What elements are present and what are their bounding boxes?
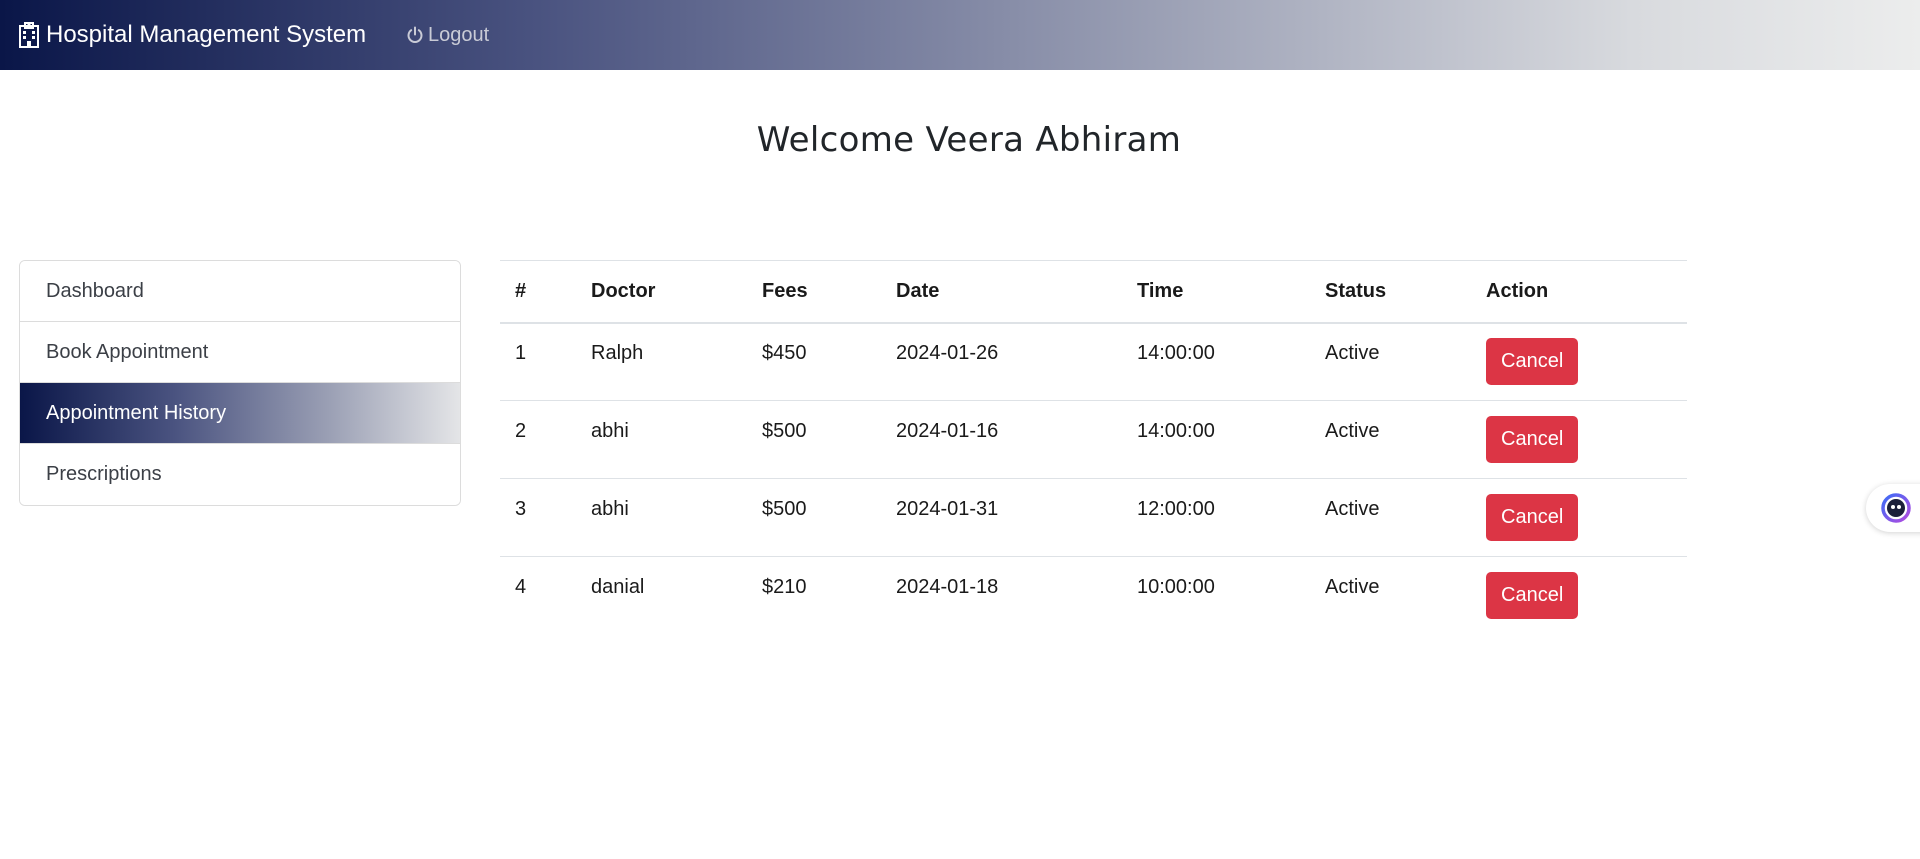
navbar: Hospital Management System Logout [0,0,1920,70]
column-header-status: Status [1310,260,1471,324]
hospital-icon [18,22,40,48]
cell-status: Active [1310,400,1471,479]
table-row: 1 Ralph $450 2024-01-26 14:00:00 Active … [500,322,1687,401]
cell-time: 10:00:00 [1137,576,1215,599]
cancel-button[interactable]: Cancel [1486,494,1579,541]
welcome-heading: Welcome Veera Abhiram [756,120,1182,160]
cell-status: Active [1325,576,1380,599]
brand-title: Hospital Management System [46,21,367,48]
sidebar-item-label: Appointment History [46,401,227,424]
column-header-doctor: Doctor [576,260,747,324]
sidebar-item-book-appointment[interactable]: Book Appointment [20,322,460,383]
column-header-number: # [500,260,576,324]
sidebar-item-label: Dashboard [46,279,144,302]
sidebar-item-label: Prescriptions [46,463,162,485]
cell-doctor: Ralph [576,322,747,401]
table-row: 2 abhi $500 2024-01-16 14:00:00 Active C… [500,400,1687,479]
cell-number: 2 [500,400,576,479]
cell-date: 2024-01-16 [881,400,1122,479]
brand[interactable]: Hospital Management System [18,0,366,70]
cell-fees: $500 [747,478,881,557]
cell-date: 2024-01-31 [881,478,1122,557]
cell-action: Cancel [1471,322,1687,401]
cell-doctor: abhi [576,478,747,557]
column-header-date: Date [881,260,1122,324]
cancel-button[interactable]: Cancel [1486,416,1579,463]
cell-fees: $450 [747,322,881,401]
cell-time: 14:00:00 [1122,400,1310,479]
assistant-widget[interactable] [1866,484,1920,532]
logout-link[interactable]: Logout [406,0,489,70]
column-header-fees: Fees [747,260,881,324]
sidebar-menu: Dashboard Book Appointment Appointment H… [19,260,461,506]
cell-doctor: abhi [576,400,747,479]
table-row: 4 danial $210 2024-01-18 10:00:00 Active… [500,557,1687,635]
cancel-button[interactable]: Cancel [1486,338,1579,386]
cell-action: Cancel [1471,478,1687,557]
chat-bot-icon [1880,492,1912,524]
appointment-table: # Doctor Fees Date Time Status Action 1 … [500,260,1687,635]
sidebar-item-dashboard[interactable]: Dashboard [20,261,460,322]
cell-time: 12:00:00 [1122,478,1310,557]
cell-fees: $210 [762,576,807,599]
power-icon [406,26,424,44]
cell-number: 4 [515,576,527,599]
cell-action: Cancel [1471,557,1687,635]
cell-action: Cancel [1471,400,1687,479]
column-header-time: Time [1122,260,1310,324]
column-header-action: Action [1471,260,1687,324]
table-row: 3 abhi $500 2024-01-31 12:00:00 Active C… [500,478,1687,557]
cell-doctor: danial [591,576,645,599]
cell-date: 2024-01-26 [881,322,1122,401]
sidebar-item-prescriptions[interactable]: Prescriptions [20,444,460,505]
cell-date: 2024-01-18 [896,576,999,599]
cell-number: 3 [500,478,576,557]
cell-time: 14:00:00 [1122,322,1310,401]
table-header-row: # Doctor Fees Date Time Status Action [500,260,1687,324]
sidebar-item-appointment-history[interactable]: Appointment History [20,383,460,444]
appointment-table-container: # Doctor Fees Date Time Status Action 1 … [500,260,1687,635]
cancel-button[interactable]: Cancel [1486,572,1579,620]
sidebar-item-label: Book Appointment [46,340,209,363]
cell-status: Active [1310,478,1471,557]
cell-number: 1 [500,322,576,401]
logout-label: Logout [428,23,490,46]
cell-fees: $500 [747,400,881,479]
cell-status: Active [1310,322,1471,401]
